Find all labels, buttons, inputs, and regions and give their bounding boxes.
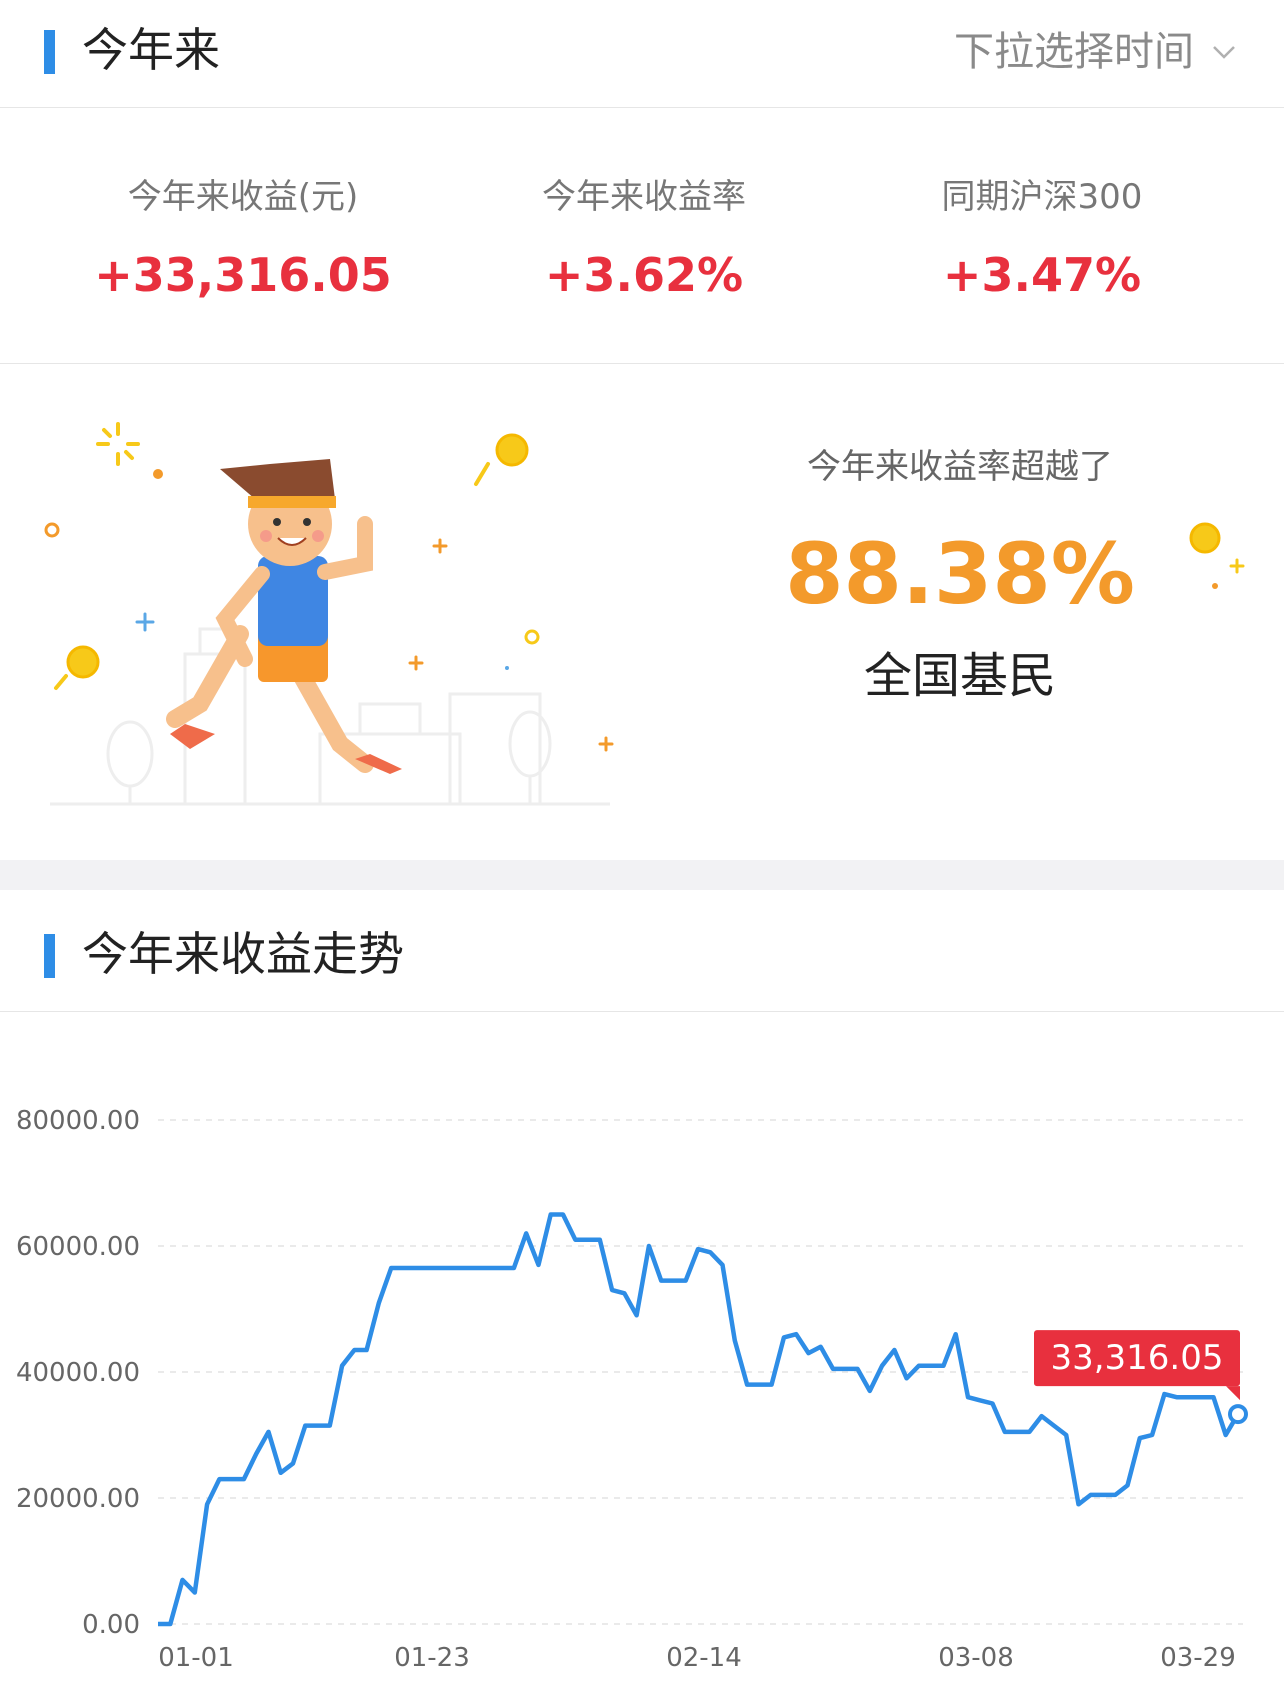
stat-benchmark-hs300: 同期沪深300 +3.47% [832,174,1252,308]
section-title: 今年来 [82,23,220,77]
section-header-ytd: 今年来 下拉选择时间 [0,0,1284,108]
y-tick-label: 80000.00 [16,1106,140,1136]
last-point-marker [1228,1404,1248,1425]
section-accent-bar [44,934,55,978]
time-range-dropdown[interactable]: 下拉选择时间 [954,24,1238,80]
section-accent-bar [44,30,55,74]
series-line [158,1212,1240,1627]
ranking-percent: 88.38% [785,525,1135,623]
stat-label: 今年来收益(元) [127,177,359,217]
stat-value: +3.62% [544,248,744,302]
stat-ytd-income: 今年来收益(元) +33,316.05 [33,174,453,308]
line-chart: 0.00 20000.00 40000.00 60000.00 80000.00 01-0… [16,1106,1248,1673]
stat-label: 同期沪深300 [941,177,1143,217]
income-trend-chart: 0.00 20000.00 40000.00 60000.00 80000.00 01-0… [0,1012,1284,1703]
x-tick-label: 03-29 [1160,1643,1236,1673]
y-tick-label: 60000.00 [16,1232,140,1262]
ranking-subject: 全国基民 [863,648,1056,704]
value-tooltip-pointer [1226,1386,1240,1401]
stat-ytd-return: 今年来收益率 +3.62% [434,174,854,308]
value-tooltip-text: 33,316.05 [1050,1338,1223,1378]
x-tick-label: 01-23 [394,1643,470,1673]
running-man-illustration [44,422,614,806]
chevron-down-icon [1213,46,1235,59]
coin-sparkle-icon [1189,522,1245,589]
y-tick-label: 40000.00 [16,1358,140,1388]
y-tick-label: 20000.00 [16,1484,140,1514]
ranking-card: 今年来收益率超越了 88.38% 全国基民 [0,364,1284,860]
x-tick-label: 02-14 [666,1643,742,1673]
stat-value: +3.47% [942,248,1142,302]
section-title: 今年来收益走势 [82,927,404,981]
stat-label: 今年来收益率 [542,177,746,217]
stat-value: +33,316.05 [94,248,392,302]
ranking-label: 今年来收益率超越了 [807,447,1113,487]
x-tick-label: 03-08 [938,1643,1014,1673]
x-tick-label: 01-01 [158,1643,234,1673]
section-divider [0,860,1284,890]
section-header-trend: 今年来收益走势 [0,904,1284,1012]
y-tick-label: 0.00 [82,1610,140,1640]
dropdown-label: 下拉选择时间 [954,29,1194,75]
ytd-stats: 今年来收益(元) +33,316.05 今年来收益率 +3.62% 同期沪深30… [0,108,1284,364]
